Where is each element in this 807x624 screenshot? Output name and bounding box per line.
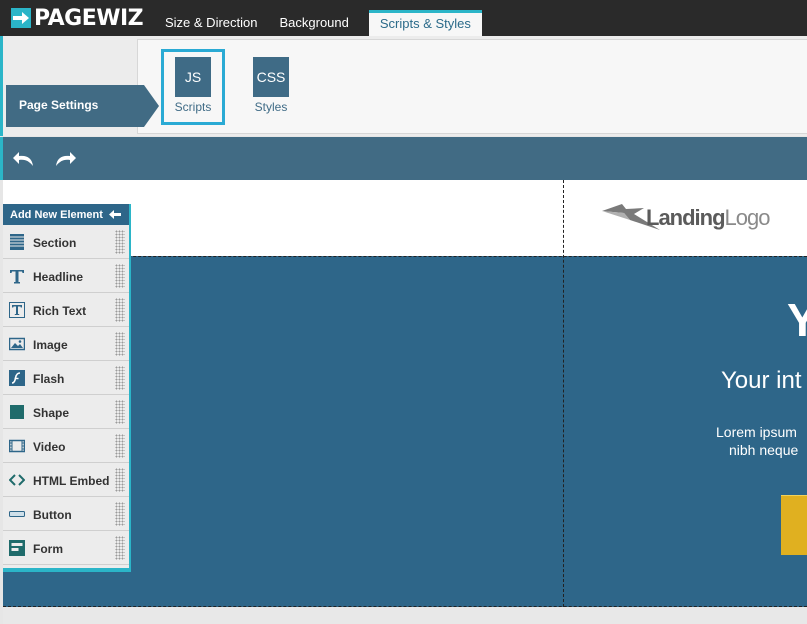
hero-cta-button[interactable] xyxy=(781,495,807,555)
drag-grip-icon[interactable] xyxy=(115,332,125,356)
element-shape[interactable]: Shape xyxy=(3,395,129,429)
image-icon xyxy=(9,337,25,351)
form-icon xyxy=(9,540,25,556)
element-label: Section xyxy=(33,236,77,250)
add-element-header: Add New Element xyxy=(3,204,129,225)
element-video[interactable]: Video xyxy=(3,429,129,463)
tab-scripts-styles[interactable]: Scripts & Styles xyxy=(368,10,482,36)
redo-icon xyxy=(56,152,76,166)
drag-grip-icon[interactable] xyxy=(115,400,125,424)
column-guide xyxy=(563,180,564,607)
element-label: Headline xyxy=(33,270,84,284)
element-label: HTML Embed xyxy=(33,474,110,488)
tab-bar: Size & Direction Background Scripts & St… xyxy=(154,10,482,36)
element-button[interactable]: Button xyxy=(3,497,129,531)
styles-label: Styles xyxy=(254,100,288,114)
drag-grip-icon[interactable] xyxy=(115,468,125,492)
hero-body-line: Lorem ipsum xyxy=(716,424,797,440)
html-embed-icon xyxy=(9,474,25,486)
shape-icon xyxy=(10,405,24,419)
hero-body-text[interactable]: Lorem ipsum nibh neque xyxy=(716,423,798,459)
element-label: Video xyxy=(33,440,66,454)
element-rich-text[interactable]: Rich Text xyxy=(3,293,129,327)
button-icon xyxy=(9,511,25,517)
drag-grip-icon[interactable] xyxy=(115,434,125,458)
drag-grip-icon[interactable] xyxy=(115,536,125,560)
video-icon xyxy=(9,439,25,453)
page-settings-label: Page Settings xyxy=(19,98,99,112)
element-label: Rich Text xyxy=(33,304,87,318)
brand-logo[interactable]: PAGEWIZ xyxy=(11,5,144,31)
drag-grip-icon[interactable] xyxy=(115,264,125,288)
undo-button[interactable] xyxy=(11,147,37,169)
headline-icon xyxy=(10,270,24,284)
js-icon: JS xyxy=(175,57,211,97)
drag-grip-icon[interactable] xyxy=(115,502,125,526)
drag-grip-icon[interactable] xyxy=(115,298,125,322)
section-icon xyxy=(10,234,24,250)
redo-button[interactable] xyxy=(52,147,78,169)
scripts-label: Scripts xyxy=(174,100,212,114)
css-icon: CSS xyxy=(253,57,289,97)
landing-logo[interactable]: LandingLogo xyxy=(600,200,770,234)
rich-text-icon xyxy=(9,302,25,318)
landing-logo-light: Logo xyxy=(724,205,771,230)
landing-logo-text: LandingLogo xyxy=(646,205,770,231)
next-section[interactable] xyxy=(3,607,807,624)
tab-size-direction[interactable]: Size & Direction xyxy=(154,10,268,36)
add-element-title: Add New Element xyxy=(10,209,103,221)
brand-name: PAGEWIZ xyxy=(34,5,144,31)
collapse-arrow-icon[interactable] xyxy=(109,209,121,220)
top-bar: PAGEWIZ Size & Direction Background Scri… xyxy=(0,0,807,36)
hero-body-line: nibh neque xyxy=(729,442,799,458)
drag-grip-icon[interactable] xyxy=(115,230,125,254)
element-html-embed[interactable]: HTML Embed xyxy=(3,463,129,497)
element-image[interactable]: Image xyxy=(3,327,129,361)
element-section[interactable]: Section xyxy=(3,225,129,259)
element-label: Button xyxy=(33,508,72,522)
edit-toolbar xyxy=(0,137,807,180)
tab-background[interactable]: Background xyxy=(268,10,359,36)
hero-subtitle[interactable]: Your int xyxy=(721,367,802,395)
undo-icon xyxy=(13,152,33,166)
element-label: Form xyxy=(33,542,63,556)
scripts-tool[interactable]: JS Scripts xyxy=(161,49,225,125)
flash-icon xyxy=(9,370,25,386)
pagewiz-editor: PAGEWIZ Size & Direction Background Scri… xyxy=(0,0,807,624)
element-label: Shape xyxy=(33,406,70,420)
element-form[interactable]: Form xyxy=(3,531,129,565)
page-settings-button[interactable]: Page Settings xyxy=(6,85,159,127)
settings-ribbon: Page Settings JS Scripts CSS Styles xyxy=(0,36,807,136)
element-headline[interactable]: Headline xyxy=(3,259,129,293)
drag-grip-icon[interactable] xyxy=(115,366,125,390)
styles-tool[interactable]: CSS Styles xyxy=(239,49,303,125)
ribbon-panel xyxy=(137,39,807,134)
add-element-panel: Add New Element Section Headline Rich Te… xyxy=(3,204,131,572)
hero-title[interactable]: Y xyxy=(787,293,807,347)
element-flash[interactable]: Flash xyxy=(3,361,129,395)
element-label: Flash xyxy=(33,372,65,386)
landing-logo-bold: Landing xyxy=(646,205,726,230)
logo-arrow-icon xyxy=(11,8,31,28)
element-label: Image xyxy=(33,338,68,352)
